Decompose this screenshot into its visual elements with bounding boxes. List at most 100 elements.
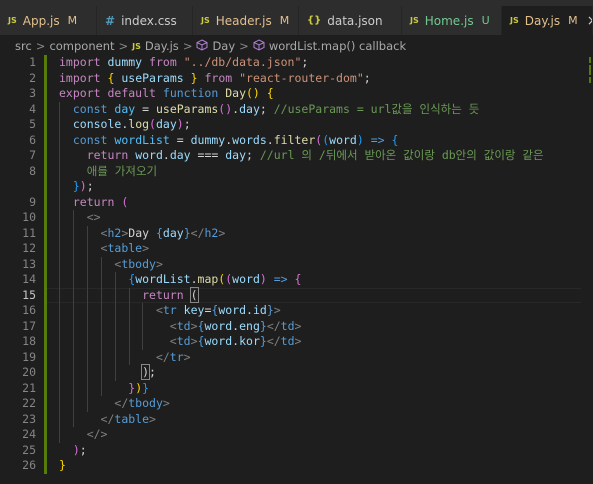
tab-label: data.json (327, 13, 383, 28)
code-token: key (183, 303, 205, 317)
code-token: > (218, 225, 226, 240)
tab-data-json[interactable]: {} data.json (299, 6, 402, 35)
code-token: ) (72, 442, 80, 457)
code-token: useParams (155, 101, 219, 116)
code-line[interactable]: }); (59, 179, 581, 195)
line-number (0, 179, 42, 195)
tab-label: Header.js (215, 13, 272, 28)
code-token: return (86, 148, 129, 162)
code-line[interactable]: return ( (59, 195, 581, 211)
code-token: td (280, 318, 295, 333)
code-line[interactable]: </> (59, 427, 581, 443)
code-line[interactable]: ); (59, 443, 581, 459)
code-token: > (190, 334, 198, 348)
code-line[interactable]: })} (59, 381, 581, 397)
line-number: 17 (22, 318, 36, 333)
line-number: 1 (29, 55, 36, 69)
code-token: word (218, 303, 247, 317)
line-number: 25 (22, 442, 36, 457)
code-token: } (190, 70, 198, 85)
code-line[interactable]: import dummy from "../db/data.json"; (59, 55, 581, 71)
code-token: day (155, 117, 177, 131)
code-token: 애를 가져오기 (86, 163, 158, 178)
code-token: h2 (204, 225, 219, 240)
breadcrumb-symbol-day[interactable]: Day (212, 39, 235, 53)
code-line[interactable]: const day = useParams().day; //useParams… (59, 102, 581, 118)
code-token: day (162, 225, 184, 240)
code-line[interactable]: </tr> (59, 350, 581, 366)
breadcrumb: src > component > JS Day.js > Day > word… (0, 35, 593, 57)
code-line[interactable]: const wordList = dummy.words.filter((wor… (59, 133, 581, 149)
code-token: useParams (121, 70, 184, 85)
code-token: > (273, 303, 281, 317)
tab-home-js[interactable]: JS Home.js U (402, 6, 502, 35)
code-token: log (128, 117, 150, 131)
git-status-badge: U (481, 14, 490, 27)
code-token: </ (266, 318, 281, 333)
code-line[interactable]: ); (59, 364, 581, 381)
code-editor[interactable]: 1 2 3 4 5 6 7 8 9 10 11 12 13 14 15 16 17 18 19 20 21 22 23 24 2… (0, 55, 593, 484)
code-line[interactable]: } (59, 458, 581, 474)
code-token: > (162, 396, 170, 410)
code-token: ; (149, 365, 156, 379)
code-token: } (72, 179, 80, 193)
code-line[interactable]: return word.day === day; //url 의 /뒤에서 받아… (59, 148, 581, 164)
breadcrumb-file[interactable]: Day.js (145, 39, 179, 53)
code-token: Day (128, 225, 156, 240)
code-content[interactable]: import dummy from "../db/data.json"; impo… (59, 55, 581, 474)
code-line[interactable]: <td>{word.eng}</td> (59, 319, 581, 335)
code-line[interactable]: <table> (59, 241, 581, 257)
code-token: tr (169, 349, 184, 364)
line-number: 21 (22, 380, 36, 395)
code-token: } (59, 458, 66, 472)
code-line[interactable]: <td>{word.kor}</td> (59, 334, 581, 350)
code-token: = (169, 132, 191, 147)
code-line[interactable]: <h2>Day {day}</h2> (59, 226, 581, 242)
minimap-change-marker (589, 77, 591, 83)
code-line[interactable]: <> (59, 210, 581, 226)
code-token: td (176, 334, 191, 348)
code-token: filter (273, 132, 316, 147)
code-token: from (204, 70, 233, 85)
code-line[interactable]: {wordList.map((word) => { (59, 272, 581, 288)
code-line[interactable]: </table> (59, 412, 581, 428)
code-token: ; (246, 148, 260, 162)
code-token: return (72, 194, 115, 209)
code-token: //useParams = url값을 인식하는 듯 (273, 101, 480, 116)
breadcrumb-src[interactable]: src (15, 39, 32, 53)
code-token: > (294, 318, 302, 333)
code-line[interactable]: console.log(day); (59, 117, 581, 133)
code-line[interactable]: export default function Day() { (59, 86, 581, 102)
tab-header-js[interactable]: JS Header.js M (193, 6, 299, 35)
code-token: word (232, 272, 260, 286)
tab-day-js[interactable]: JS Day.js M × (502, 6, 593, 35)
code-line[interactable]: return ( (59, 286, 581, 304)
code-token: < (155, 303, 163, 317)
code-line[interactable]: 애를 가져오기 (59, 164, 581, 180)
minimap-scrollbar[interactable] (581, 55, 593, 484)
breadcrumb-symbol-callback[interactable]: wordList.map() callback (269, 39, 406, 53)
code-token: ; (183, 117, 191, 131)
close-icon[interactable]: × (587, 13, 592, 29)
code-token: </ (100, 411, 115, 426)
code-line[interactable]: import { useParams } from "react-router-… (59, 71, 581, 87)
breadcrumb-component[interactable]: component (49, 39, 114, 53)
code-line[interactable]: <tr key={word.id}> (59, 303, 581, 319)
code-line[interactable]: </tbody> (59, 396, 581, 412)
tab-app-js[interactable]: JS App.js M (0, 6, 97, 35)
chevron-right-icon: > (182, 39, 193, 53)
code-token: tbody (128, 396, 163, 410)
code-token: table (107, 241, 143, 255)
function-cube-icon (196, 38, 208, 54)
code-token: ) (79, 179, 87, 193)
tab-index-css[interactable]: # index.css (97, 6, 193, 35)
js-file-icon: JS (410, 16, 419, 25)
code-token: td (176, 318, 191, 333)
code-line[interactable]: <tbody> (59, 257, 581, 273)
code-token: === (190, 148, 226, 162)
